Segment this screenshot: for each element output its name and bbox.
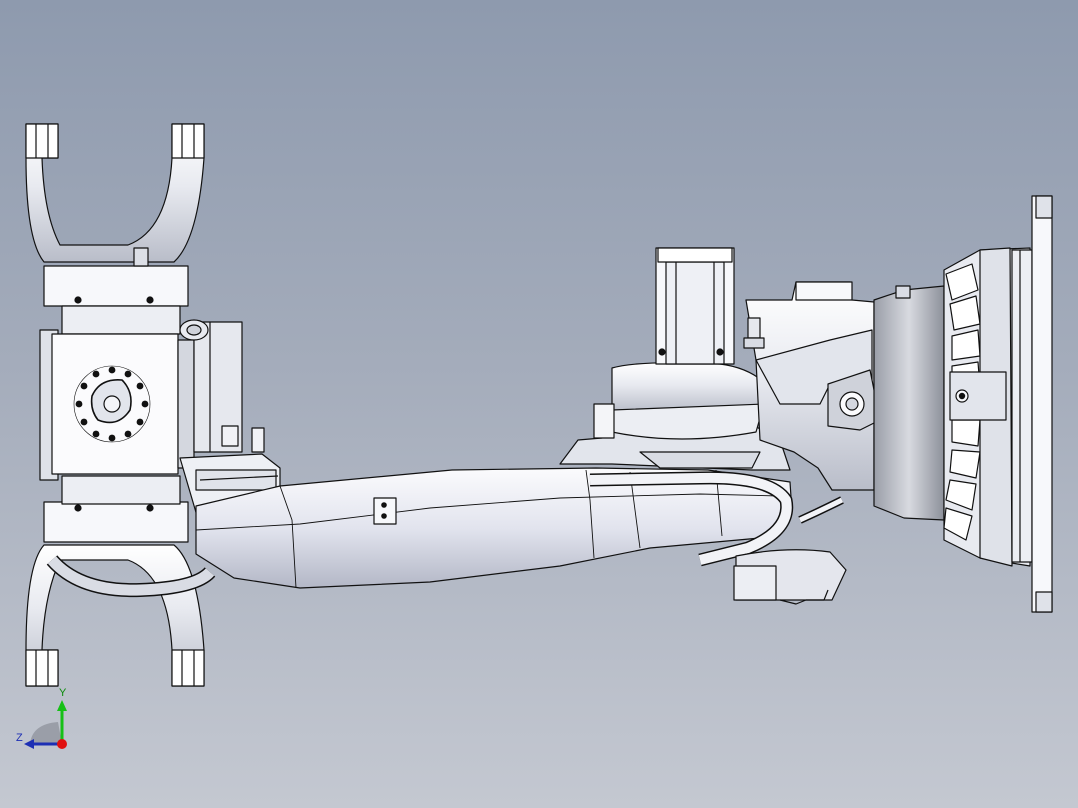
x-axis-dot <box>57 739 67 749</box>
upper-fork <box>25 123 205 263</box>
flange-bolt-circle <box>73 365 151 443</box>
z-axis-label: Z <box>16 732 23 744</box>
robot-arm-model[interactable] <box>0 0 1078 808</box>
cad-viewport[interactable]: Y Z <box>0 0 1078 808</box>
y-axis-label: Y <box>59 687 67 699</box>
